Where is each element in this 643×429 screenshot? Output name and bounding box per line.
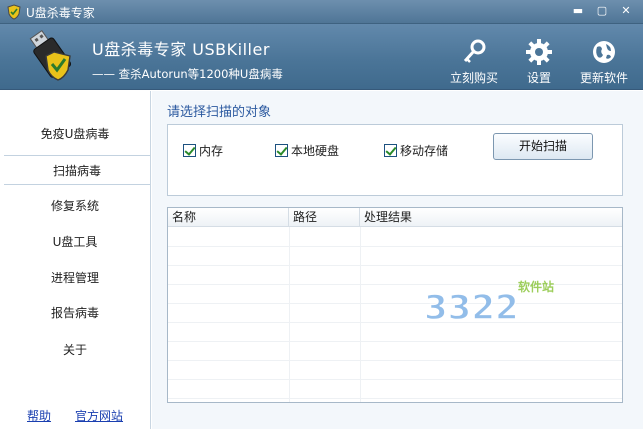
table-row	[168, 246, 622, 247]
memory-option[interactable]: 内存	[183, 142, 223, 159]
maximize-button[interactable]: ▢	[594, 4, 610, 18]
removable-storage-option[interactable]: 移动存储	[384, 142, 448, 159]
column-divider	[360, 227, 361, 402]
app-title: U盘杀毒专家 USBKiller	[92, 40, 270, 59]
panel-title: 请选择扫描的对象	[167, 105, 272, 120]
table-row	[168, 379, 622, 380]
key-icon	[463, 39, 486, 63]
column-header-result[interactable]: 处理结果	[360, 208, 622, 227]
column-divider	[289, 227, 290, 402]
shield-icon	[7, 4, 21, 20]
gear-icon	[526, 39, 552, 65]
usb-logo-icon	[29, 29, 72, 81]
scan-panel: 请选择扫描的对象 内存 本地硬盘 移动存储 开始扫描 名称 路径 处理结果 33…	[152, 91, 643, 429]
table-row	[168, 265, 622, 266]
sidebar-item-usb-tools[interactable]: U盘工具	[0, 227, 150, 257]
official-website-link[interactable]: 官方网站	[75, 407, 123, 424]
scan-options: 内存 本地硬盘 移动存储 开始扫描	[167, 124, 623, 196]
local-disk-label: 本地硬盘	[291, 144, 340, 158]
column-header-name[interactable]: 名称	[168, 208, 289, 227]
buy-now-button[interactable]: 立刻购买	[448, 38, 500, 86]
site-watermark: 3322 软件站	[424, 279, 554, 327]
sidebar-item-about[interactable]: 关于	[0, 335, 150, 365]
memory-checkbox[interactable]	[183, 144, 196, 157]
app-subtitle: —— 查杀Autorun等1200种U盘病毒	[92, 67, 283, 81]
globe-icon	[593, 41, 615, 63]
close-button[interactable]: ✕	[618, 4, 634, 18]
sidebar-item-immunize[interactable]: 免疫U盘病毒	[0, 119, 150, 149]
settings-button[interactable]: 设置	[523, 38, 555, 86]
help-link[interactable]: 帮助	[27, 407, 51, 424]
table-row	[168, 341, 622, 342]
memory-label: 内存	[199, 144, 224, 158]
sidebar-item-report[interactable]: 报告病毒	[0, 298, 150, 328]
update-software-label: 更新软件	[579, 71, 628, 85]
local-disk-option[interactable]: 本地硬盘	[275, 142, 339, 159]
buy-now-label: 立刻购买	[449, 71, 498, 85]
sidebar: 免疫U盘病毒 扫描病毒 修复系统 U盘工具 进程管理 报告病毒 关于 帮助 官方…	[0, 91, 151, 429]
table-row	[168, 360, 622, 361]
watermark-number: 3322	[424, 288, 519, 327]
removable-storage-label: 移动存储	[400, 144, 449, 158]
table-row	[168, 398, 622, 399]
title-bar: U盘杀毒专家 ▬ ▢ ✕	[0, 0, 643, 24]
app-header: U盘杀毒专家 USBKiller —— 查杀Autorun等1200种U盘病毒 …	[0, 24, 643, 90]
minimize-button[interactable]: ▬	[570, 4, 586, 18]
settings-label: 设置	[526, 71, 551, 85]
update-software-button[interactable]: 更新软件	[578, 38, 630, 86]
sidebar-item-repair[interactable]: 修复系统	[0, 191, 150, 221]
start-scan-button[interactable]: 开始扫描	[493, 133, 593, 160]
column-header-path[interactable]: 路径	[289, 208, 360, 227]
sidebar-item-process[interactable]: 进程管理	[0, 263, 150, 293]
window-title: U盘杀毒专家	[26, 6, 95, 20]
removable-storage-checkbox[interactable]	[384, 144, 397, 157]
local-disk-checkbox[interactable]	[275, 144, 288, 157]
watermark-text: 软件站	[518, 279, 554, 294]
table-header: 名称 路径 处理结果	[168, 208, 622, 227]
sidebar-item-scan[interactable]: 扫描病毒	[4, 155, 150, 185]
